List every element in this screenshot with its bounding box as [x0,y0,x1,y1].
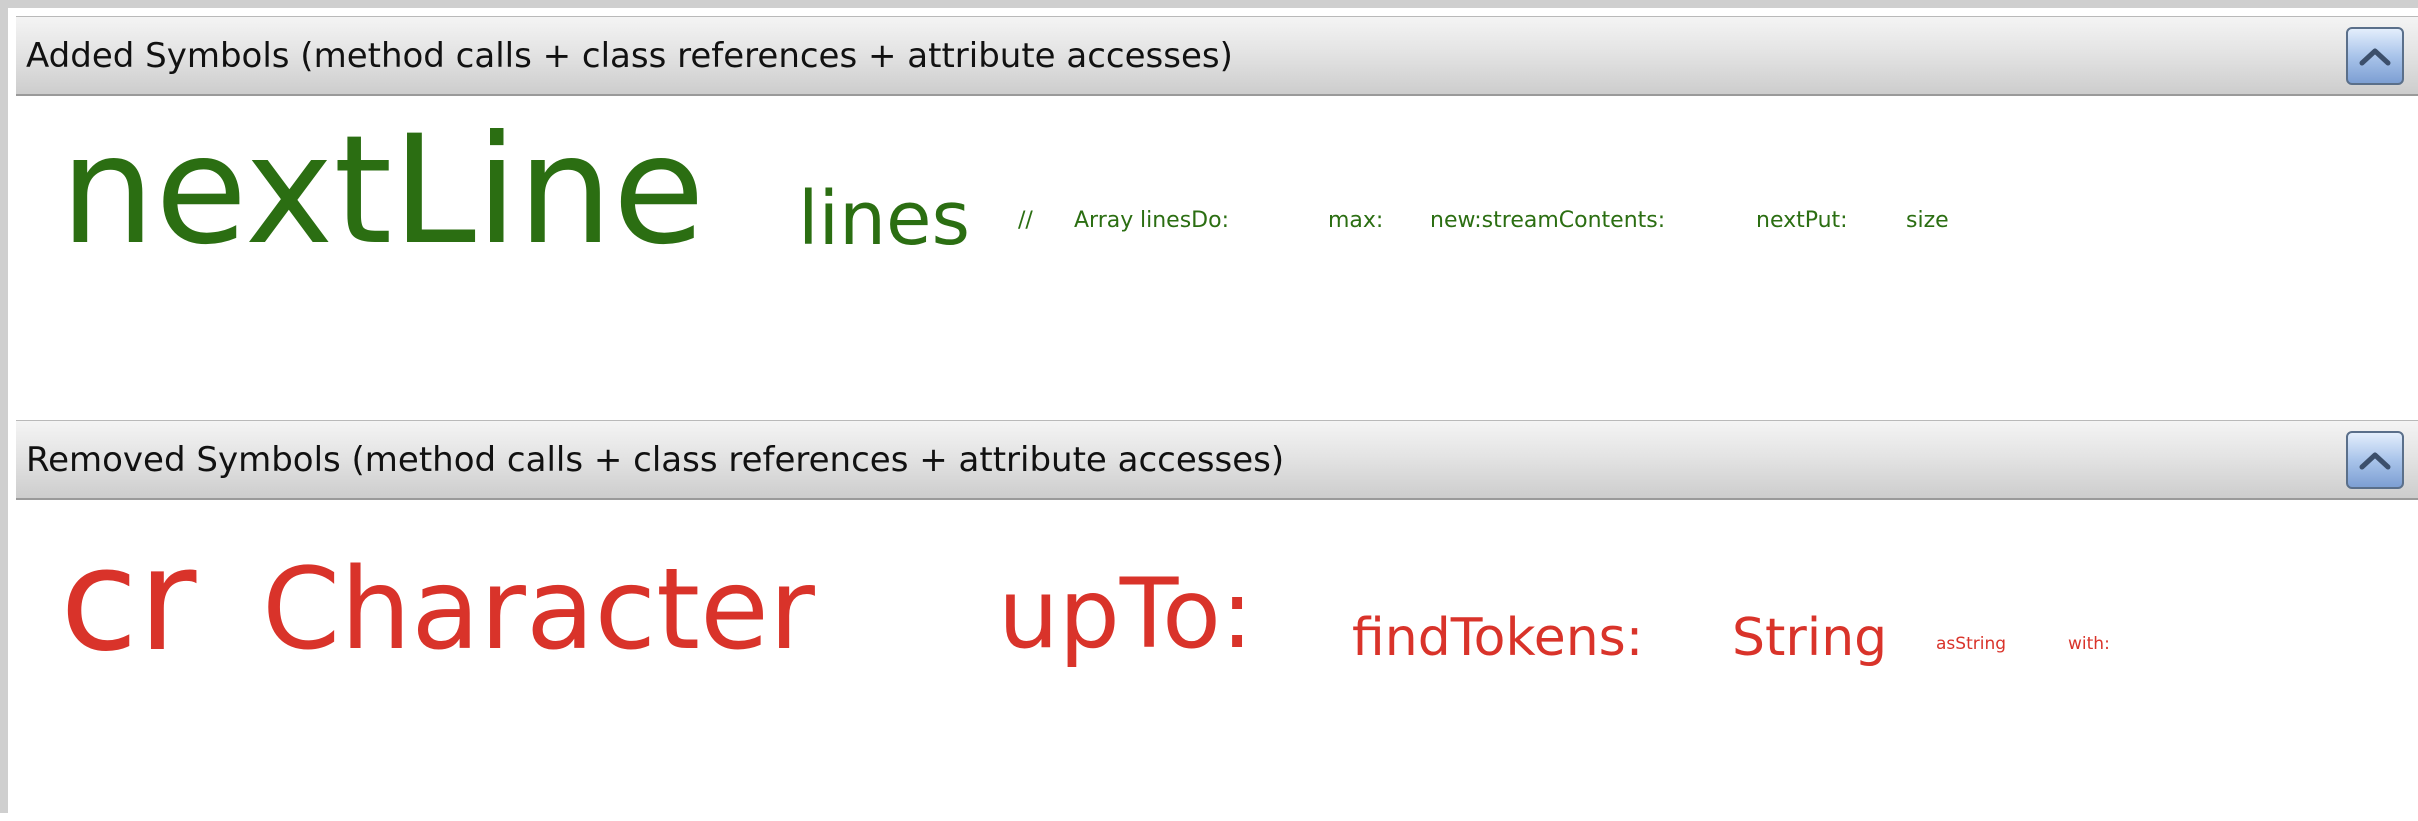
removed-collapse-button[interactable] [2346,431,2404,489]
added-symbol-word[interactable]: max: [1328,210,1383,232]
removed-symbols-title: Removed Symbols (method calls + class re… [26,440,1285,480]
added-symbols-header[interactable]: Added Symbols (method calls + class refe… [16,16,2418,96]
removed-symbols-header[interactable]: Removed Symbols (method calls + class re… [16,420,2418,500]
added-collapse-button[interactable] [2346,27,2404,85]
removed-symbol-word[interactable]: Character [262,554,815,666]
added-symbol-word[interactable]: // [1018,210,1033,232]
added-symbol-word[interactable]: lines [798,182,970,256]
added-symbol-word[interactable]: linesDo: [1140,210,1229,232]
added-symbols-title: Added Symbols (method calls + class refe… [26,36,1233,76]
removed-symbols-panel: Removed Symbols (method calls + class re… [16,420,2418,821]
added-symbol-word[interactable]: Array [1074,210,1133,232]
removed-symbol-word[interactable]: asString [1936,636,2006,653]
added-symbol-word[interactable]: nextLine [60,116,705,266]
removed-symbols-cloud: cr Character upTo: findTokens: String as… [16,500,2418,821]
removed-symbol-word[interactable]: String [1732,612,1887,664]
chevron-up-icon [2359,48,2391,66]
added-symbol-word[interactable]: nextPut: [1756,210,1848,232]
added-symbol-word[interactable]: new:streamContents: [1430,210,1665,232]
removed-symbol-word[interactable]: cr [60,530,196,672]
added-symbols-panel: Added Symbols (method calls + class refe… [16,16,2418,420]
removed-symbol-word[interactable]: upTo: [998,566,1253,662]
added-symbol-word[interactable]: size [1906,210,1949,232]
window-frame: Added Symbols (method calls + class refe… [0,0,2418,821]
removed-symbol-word[interactable]: with: [2068,636,2110,653]
added-symbols-cloud: nextLine lines // Array linesDo: max: ne… [16,96,2418,420]
removed-symbol-word[interactable]: findTokens: [1352,612,1643,664]
chevron-up-icon [2359,452,2391,470]
